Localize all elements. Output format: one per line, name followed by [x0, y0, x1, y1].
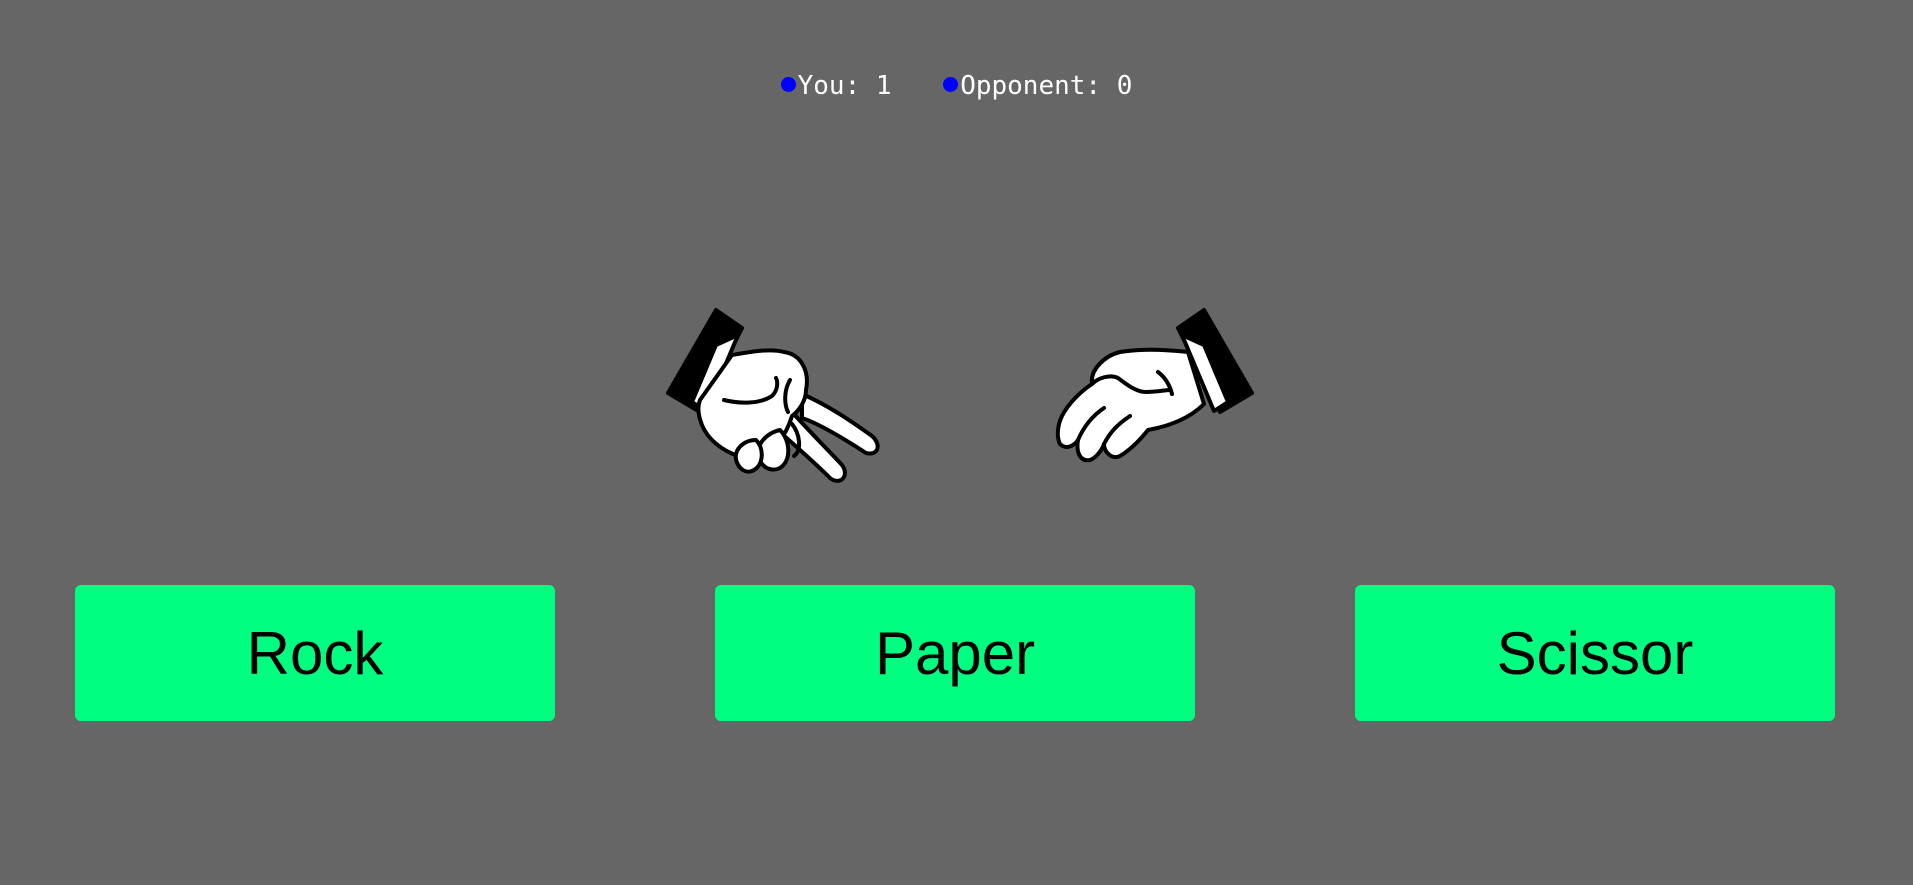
- player-dot-icon: [780, 76, 796, 92]
- paper-button[interactable]: Paper: [715, 585, 1195, 721]
- scissor-button[interactable]: Scissor: [1355, 585, 1835, 721]
- game-stage: You: 1 Opponent: 0 Rock Paper Scissor: [0, 0, 1913, 885]
- player-score-label: You: 1: [797, 70, 892, 101]
- player-score: You: 1: [780, 67, 892, 105]
- opponent-dot-icon: [943, 76, 959, 92]
- opponent-score-label: Opponent: 0: [960, 70, 1133, 101]
- opponent-paper-hand-icon: [1055, 308, 1254, 463]
- rock-button[interactable]: Rock: [75, 585, 555, 721]
- player-scissors-hand-icon: [666, 308, 880, 483]
- opponent-score: Opponent: 0: [943, 67, 1132, 105]
- scoreboard: You: 1 Opponent: 0: [0, 66, 1913, 105]
- hands-display: [660, 300, 1260, 500]
